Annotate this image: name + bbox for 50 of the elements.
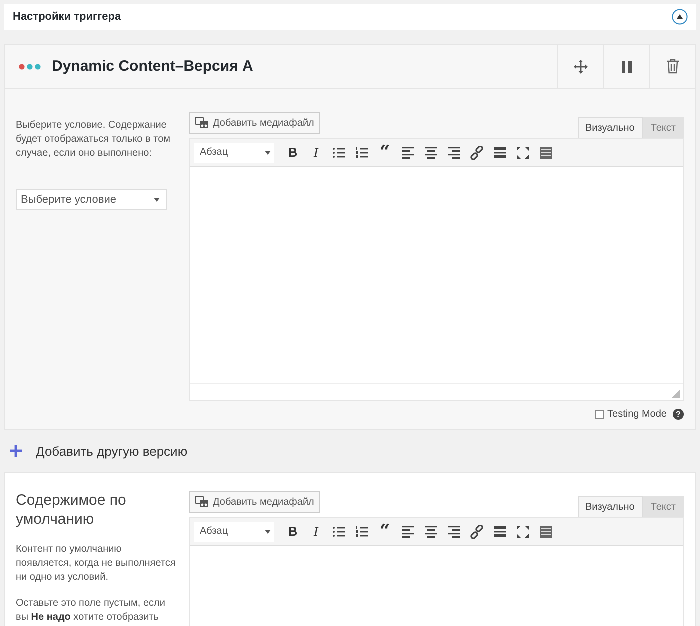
align-center-icon[interactable] <box>424 146 438 160</box>
pause-icon <box>622 60 632 72</box>
add-media-button[interactable]: Добавить медиафайл <box>189 491 320 513</box>
testing-mode-checkbox[interactable] <box>594 410 604 419</box>
align-left-icon[interactable] <box>401 146 415 160</box>
bullet-list-icon[interactable] <box>332 524 346 538</box>
media-icon <box>195 496 209 508</box>
align-center-icon[interactable] <box>424 524 438 538</box>
add-media-button[interactable]: Добавить медиафайл <box>189 112 320 134</box>
default-content-description: Контент по умолчанию появляется, когда не выполняется ни одно из условий. <box>16 543 177 585</box>
help-button[interactable]: ? <box>673 409 684 420</box>
numbered-list-icon[interactable] <box>355 146 369 160</box>
collapse-toggle-icon[interactable] <box>672 9 688 25</box>
resize-handle-icon[interactable] <box>672 390 680 398</box>
fullscreen-icon[interactable] <box>516 524 530 538</box>
default-content-title: Содержимое по умолчанию <box>16 491 128 529</box>
align-right-icon[interactable] <box>447 524 461 538</box>
editor-tab[interactable]: Визуально <box>578 117 643 138</box>
bold-button[interactable]: B <box>286 524 300 538</box>
link-icon[interactable] <box>470 524 484 538</box>
bullet-list-icon[interactable] <box>332 146 346 160</box>
align-right-icon[interactable] <box>447 146 461 160</box>
toolbar-toggle-icon[interactable] <box>539 146 553 160</box>
condition-select[interactable]: Выберите условие <box>16 189 167 210</box>
add-version-link[interactable]: Добавить другую версию <box>36 444 188 458</box>
format-select[interactable]: Абзац <box>194 522 274 542</box>
more-icon[interactable] <box>493 146 507 160</box>
testing-mode-label: Testing Mode <box>608 409 667 420</box>
dots-icon <box>19 64 43 70</box>
section-title: Настройки триггера <box>13 11 122 23</box>
trash-icon <box>666 59 678 74</box>
italic-button[interactable]: I <box>309 146 323 160</box>
numbered-list-icon[interactable] <box>355 524 369 538</box>
format-select[interactable]: Абзац <box>194 142 274 162</box>
default-content-description: Оставьте это поле пустым, если вы Не надо хотите отобразить <box>16 597 166 625</box>
fullscreen-icon[interactable] <box>516 146 530 160</box>
editor-tab[interactable]: Визуально <box>578 496 643 517</box>
condition-description: Выберите условие. Содержание будет отображаться только в том случае, если оно выполнено: <box>16 119 172 161</box>
version-title: Dynamic Content–Версия A <box>52 58 254 75</box>
align-left-icon[interactable] <box>401 524 415 538</box>
bold-button[interactable]: B <box>286 146 300 160</box>
blockquote-button[interactable]: “ <box>378 524 392 538</box>
link-icon[interactable] <box>470 146 484 160</box>
italic-button[interactable]: I <box>309 524 323 538</box>
move-icon <box>574 60 588 74</box>
plus-icon[interactable] <box>10 445 22 457</box>
blockquote-button[interactable]: “ <box>378 146 392 160</box>
media-icon <box>195 117 209 129</box>
more-icon[interactable] <box>493 524 507 538</box>
toolbar-toggle-icon[interactable] <box>539 524 553 538</box>
